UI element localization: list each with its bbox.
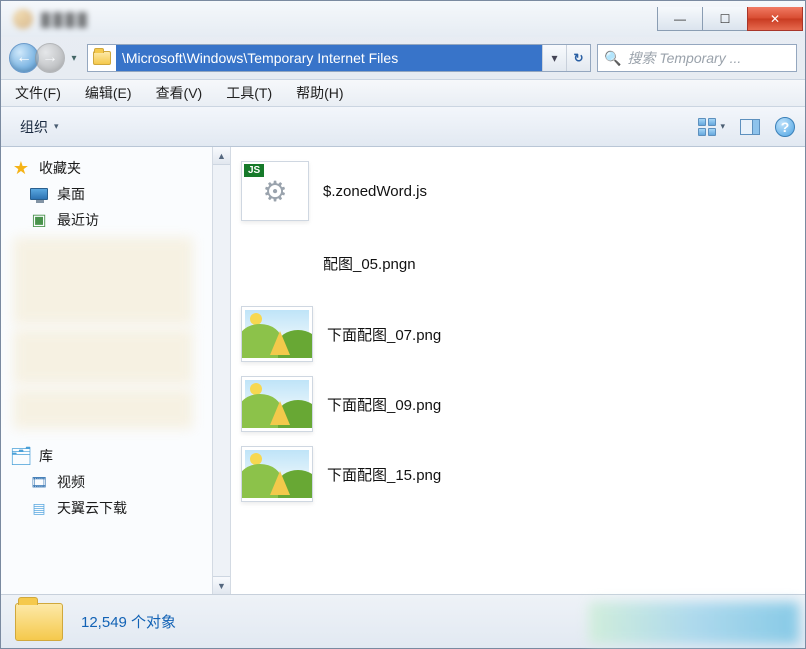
- organize-label: 组织: [20, 117, 48, 137]
- censored-block-2: [13, 329, 193, 385]
- address-folder-icon: [91, 47, 113, 69]
- search-box[interactable]: 🔍 搜索 Temporary ...: [597, 44, 797, 72]
- close-button[interactable]: ✕: [747, 7, 803, 31]
- address-dropdown[interactable]: ▾: [542, 45, 566, 71]
- organize-caret-icon: ▾: [54, 121, 59, 132]
- star-icon: ★: [11, 159, 31, 177]
- help-button[interactable]: ?: [775, 117, 795, 137]
- user-avatar-blurred: [13, 9, 33, 29]
- js-badge-icon: JS: [244, 164, 264, 177]
- menu-bar: 文件(F) 编辑(E) 查看(V) 工具(T) 帮助(H): [1, 79, 805, 107]
- sidebar-item-cloud[interactable]: ▤ 天翼云下载: [9, 495, 226, 521]
- libraries-group: 🗂 库 🎞 视频 ▤ 天翼云下载: [9, 443, 226, 521]
- refresh-button[interactable]: ↻: [566, 45, 590, 71]
- view-mode-button[interactable]: ▾: [696, 116, 725, 138]
- menu-file[interactable]: 文件(F): [11, 81, 65, 105]
- status-bar: 12,549 个对象: [1, 594, 805, 648]
- nav-tree: ★ 收藏夹 桌面 ▣ 最近访: [1, 147, 230, 543]
- favorites-group: ★ 收藏夹 桌面 ▣ 最近访: [9, 155, 226, 429]
- file-item[interactable]: 配图_05.pngn: [241, 227, 795, 299]
- scroll-down-button[interactable]: ▼: [213, 576, 230, 594]
- preview-pane-icon: [740, 119, 760, 135]
- file-name: 下面配图_09.png: [327, 394, 441, 415]
- sidebar-item-desktop[interactable]: 桌面: [9, 181, 226, 207]
- censored-block-1: [13, 237, 193, 325]
- address-bar[interactable]: \Microsoft\Windows\Temporary Internet Fi…: [87, 44, 591, 72]
- image-file-icon: [241, 446, 313, 502]
- video-icon: 🎞: [29, 473, 49, 491]
- image-file-icon: [241, 376, 313, 432]
- minimize-button[interactable]: —: [657, 7, 703, 31]
- censored-block-bottom: [589, 602, 799, 644]
- view-caret-icon: ▾: [720, 121, 725, 132]
- desktop-label: 桌面: [57, 184, 85, 204]
- menu-view[interactable]: 查看(V): [152, 81, 207, 105]
- view-tiles-icon: [696, 116, 718, 138]
- file-name: 配图_05.pngn: [323, 253, 416, 274]
- file-item[interactable]: 下面配图_07.png: [241, 299, 795, 369]
- sidebar-item-videos[interactable]: 🎞 视频: [9, 469, 226, 495]
- recent-label: 最近访: [57, 210, 99, 230]
- cloud-icon: ▤: [29, 499, 49, 517]
- cloud-label: 天翼云下载: [57, 498, 127, 518]
- menu-edit[interactable]: 编辑(E): [81, 81, 136, 105]
- explorer-body: ★ 收藏夹 桌面 ▣ 最近访: [1, 147, 805, 594]
- window-buttons: — ☐ ✕: [658, 7, 803, 31]
- videos-label: 视频: [57, 472, 85, 492]
- status-folder-icon: [15, 603, 63, 641]
- search-placeholder: 搜索 Temporary ...: [627, 48, 741, 68]
- preview-pane-button[interactable]: [739, 116, 761, 138]
- libraries-label: 库: [39, 446, 53, 466]
- libraries-header[interactable]: 🗂 库: [9, 443, 226, 469]
- address-path[interactable]: \Microsoft\Windows\Temporary Internet Fi…: [116, 45, 542, 71]
- command-bar: 组织 ▾ ▾ ?: [1, 107, 805, 147]
- navigation-pane: ★ 收藏夹 桌面 ▣ 最近访: [1, 147, 231, 594]
- file-name: 下面配图_07.png: [327, 324, 441, 345]
- scroll-up-button[interactable]: ▲: [213, 147, 230, 165]
- title-bar: ████ — ☐ ✕: [1, 1, 805, 37]
- censored-block-3: [13, 389, 193, 429]
- file-name: 下面配图_15.png: [327, 464, 441, 485]
- file-item[interactable]: JS ⚙ $.zonedWord.js: [241, 155, 795, 227]
- image-file-icon: [241, 306, 313, 362]
- navigation-bar: ← → ▾ \Microsoft\Windows\Temporary Inter…: [1, 37, 805, 79]
- file-name: $.zonedWord.js: [323, 183, 427, 200]
- maximize-button[interactable]: ☐: [702, 7, 748, 31]
- gear-icon: ⚙: [262, 175, 287, 208]
- history-dropdown[interactable]: ▾: [67, 48, 81, 68]
- title-area-blurred: ████: [13, 9, 90, 29]
- menu-tools[interactable]: 工具(T): [222, 81, 276, 105]
- status-item-count: 12,549 个对象: [81, 611, 176, 632]
- sidebar-scrollbar[interactable]: ▲ ▼: [212, 147, 230, 594]
- organize-button[interactable]: 组织 ▾: [11, 113, 68, 141]
- nav-arrow-cluster: ← → ▾: [9, 43, 81, 73]
- desktop-icon: [29, 185, 49, 203]
- favorites-header[interactable]: ★ 收藏夹: [9, 155, 226, 181]
- forward-button[interactable]: →: [35, 43, 65, 73]
- menu-help[interactable]: 帮助(H): [292, 81, 347, 105]
- search-icon: 🔍: [604, 50, 621, 67]
- file-item[interactable]: 下面配图_09.png: [241, 369, 795, 439]
- favorites-label: 收藏夹: [39, 158, 81, 178]
- blank-icon: [241, 233, 309, 293]
- file-item[interactable]: 下面配图_15.png: [241, 439, 795, 509]
- recent-icon: ▣: [29, 211, 49, 229]
- sidebar-item-recent[interactable]: ▣ 最近访: [9, 207, 226, 233]
- explorer-window: ████ — ☐ ✕ ← → ▾ \Microsoft\Windows\Temp…: [0, 0, 806, 649]
- js-file-icon: JS ⚙: [241, 161, 309, 221]
- file-list[interactable]: JS ⚙ $.zonedWord.js 配图_05.pngn 下面配图_07.p…: [231, 147, 805, 594]
- libraries-icon: 🗂: [11, 447, 31, 465]
